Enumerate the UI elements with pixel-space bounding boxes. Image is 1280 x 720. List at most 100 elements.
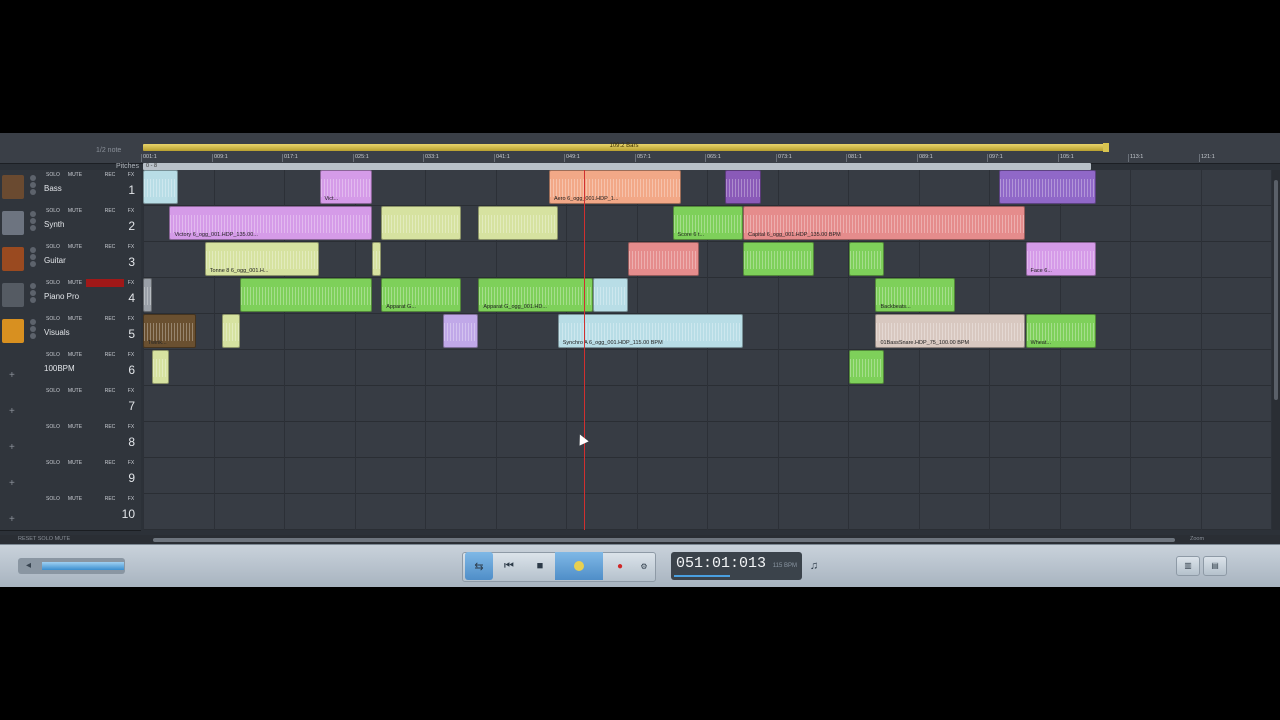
track-header[interactable]: + SOLO MUTE REC FX 9	[0, 458, 141, 495]
audio-clip[interactable]: Tonne 8 6_ogg_001.H...	[204, 242, 320, 276]
audio-clip[interactable]	[443, 314, 479, 348]
mute-button[interactable]: MUTE	[65, 460, 85, 467]
solo-button[interactable]: SOLO	[44, 316, 62, 323]
mixer-view-button[interactable]: ▥	[1176, 556, 1200, 576]
audio-clip[interactable]	[743, 242, 814, 276]
audio-clip[interactable]: Score 6 t...	[672, 206, 744, 240]
track-header[interactable]: + SOLO MUTE REC FX 10	[0, 494, 141, 531]
track-name[interactable]: Synth	[44, 220, 64, 229]
vertical-scroll-thumb[interactable]	[1274, 180, 1278, 400]
fx-button[interactable]: FX	[124, 244, 138, 251]
audio-clip[interactable]	[143, 278, 152, 312]
track-header[interactable]: + SOLO MUTE REC FX 100BPM 6	[0, 350, 141, 387]
rewind-button[interactable]: ⏮	[495, 552, 523, 580]
solo-button[interactable]: SOLO	[44, 352, 62, 359]
track-name[interactable]: 100BPM	[44, 364, 75, 373]
mute-button[interactable]: MUTE	[65, 352, 85, 359]
track-name[interactable]: Guitar	[44, 256, 66, 265]
audio-clip[interactable]: Twink...	[143, 314, 196, 348]
audio-clip[interactable]	[849, 350, 885, 384]
bass-guitar-icon[interactable]	[2, 175, 24, 199]
audio-clip[interactable]	[143, 170, 179, 204]
audio-clip[interactable]: Face 6...	[1025, 242, 1097, 276]
mute-button[interactable]: MUTE	[65, 244, 85, 251]
track-header[interactable]: SOLO MUTE REC FX Guitar 3	[0, 242, 141, 279]
mute-button[interactable]: MUTE	[65, 424, 85, 431]
track-controls[interactable]	[29, 282, 37, 308]
horizontal-scrollbar[interactable]: RESET SOLO MUTE Zoom	[0, 535, 1280, 544]
loop-range-bar[interactable]: 109:2 Bars	[143, 143, 1109, 152]
solo-button[interactable]: SOLO	[44, 388, 62, 395]
fx-button[interactable]: FX	[124, 280, 138, 287]
pitch-track-bar[interactable]: 0 - 8	[143, 163, 1091, 170]
add-icon[interactable]: +	[9, 406, 15, 417]
stop-button[interactable]: ■	[526, 552, 554, 580]
solo-button[interactable]: SOLO	[44, 280, 62, 287]
audio-clip[interactable]: Victory 6_ogg_001.HDP_135.00...	[169, 206, 373, 240]
add-icon[interactable]: +	[9, 478, 15, 489]
audio-clip[interactable]	[372, 242, 382, 276]
track-controls[interactable]	[29, 246, 37, 272]
playhead[interactable]	[584, 170, 586, 530]
audio-clip[interactable]	[849, 242, 885, 276]
reset-solo-mute-labels[interactable]: RESET SOLO MUTE	[18, 536, 70, 542]
audio-clip[interactable]	[999, 170, 1097, 204]
track-controls[interactable]	[29, 318, 37, 344]
fx-button[interactable]: FX	[124, 208, 138, 215]
snap-setting[interactable]: 1/2 note	[96, 147, 121, 154]
audio-clip[interactable]: Wheat...	[1025, 314, 1097, 348]
add-icon[interactable]: +	[9, 370, 15, 381]
synth-keys-icon[interactable]	[2, 211, 24, 235]
track-name[interactable]: Piano Pro	[44, 292, 79, 301]
solo-button[interactable]: SOLO	[44, 244, 62, 251]
audio-clip[interactable]	[151, 350, 170, 384]
solo-button[interactable]: SOLO	[44, 424, 62, 431]
mute-button[interactable]: MUTE	[65, 388, 85, 395]
audio-clip[interactable]	[240, 278, 373, 312]
volume-level[interactable]	[42, 562, 124, 570]
solo-button[interactable]: SOLO	[44, 496, 62, 503]
solo-button[interactable]: SOLO	[44, 460, 62, 467]
audio-clip[interactable]	[478, 206, 558, 240]
solo-button[interactable]: SOLO	[44, 208, 62, 215]
fx-button[interactable]: FX	[124, 388, 138, 395]
master-volume[interactable]: ◂	[18, 558, 125, 574]
fx-button[interactable]: FX	[124, 316, 138, 323]
guitar-icon[interactable]	[2, 247, 24, 271]
zoom-label[interactable]: Zoom	[1190, 536, 1204, 542]
audio-clip[interactable]	[381, 206, 461, 240]
vertical-scrollbar[interactable]	[1272, 170, 1280, 530]
solo-button[interactable]: SOLO	[44, 172, 62, 179]
mute-button[interactable]: MUTE	[65, 496, 85, 503]
fx-button[interactable]: FX	[124, 460, 138, 467]
bar-ruler[interactable]: 001:1 009:1 017:1 025:1 033:1 041:1 049:1 057:1…	[141, 154, 1273, 163]
track-header[interactable]: + SOLO MUTE REC FX 7	[0, 386, 141, 423]
piano-icon[interactable]	[2, 283, 24, 307]
audio-clip[interactable]	[725, 170, 761, 204]
track-header[interactable]: SOLO MUTE REC FX Visuals 5	[0, 314, 141, 351]
fx-button[interactable]: FX	[124, 352, 138, 359]
audio-clip[interactable]: Vict...	[319, 170, 373, 204]
visuals-icon[interactable]	[2, 319, 24, 343]
add-icon[interactable]: +	[9, 514, 15, 525]
track-name[interactable]: Visuals	[44, 328, 70, 337]
loop-button[interactable]: ⇆	[465, 552, 493, 580]
fx-button[interactable]: FX	[124, 172, 138, 179]
track-name[interactable]: Bass	[44, 184, 62, 193]
mute-button[interactable]: MUTE	[65, 208, 85, 215]
track-header[interactable]: SOLOMUTERECFXPiano Pro4	[0, 278, 141, 315]
volume-left-arrow-icon[interactable]: ◂	[26, 560, 31, 571]
track-header[interactable]: SOLO MUTE REC FX Synth 2	[0, 206, 141, 243]
audio-clip[interactable]: Apparat G_ogg_001.HD...	[478, 278, 594, 312]
track-controls[interactable]	[29, 210, 37, 236]
add-icon[interactable]: +	[9, 442, 15, 453]
mute-button[interactable]: MUTE	[65, 280, 85, 287]
audio-clip[interactable]	[593, 278, 629, 312]
audio-clip[interactable]: Aero 6_ogg_001.HDP_1...	[548, 170, 682, 204]
play-button[interactable]	[555, 552, 603, 580]
mute-button[interactable]: MUTE	[65, 316, 85, 323]
metronome-button[interactable]: ♫	[805, 556, 823, 576]
audio-clip[interactable]	[628, 242, 699, 276]
audio-clip[interactable]: 01BassSnare.HDP_75_100.00 BPM	[875, 314, 1026, 348]
options-button[interactable]: ⚙	[630, 552, 658, 580]
